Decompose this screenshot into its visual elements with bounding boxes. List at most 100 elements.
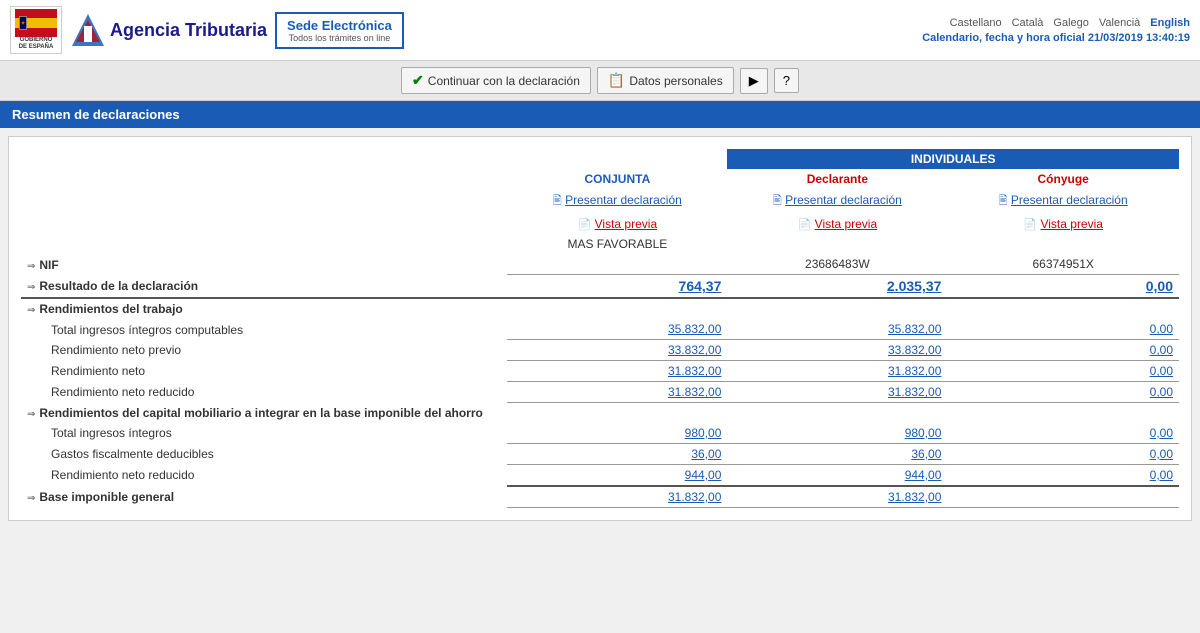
gov-logo: ✦ GOBIERNO DE ESPAÑA [10, 6, 62, 54]
row-label: Rendimientos del capital mobiliario a in… [39, 406, 482, 420]
video-icon: ▶ [749, 73, 759, 88]
gov-line1: GOBIERNO [20, 37, 53, 43]
pdf-conjunta-icon: 📄 [578, 219, 592, 231]
conyuge-value [947, 486, 1179, 508]
sede-title: Sede Electrónica [287, 18, 392, 33]
row-label: Rendimiento neto reducido [27, 385, 194, 399]
declarante-value [727, 298, 947, 319]
pdf-conyuge-icon: 📄 [1023, 219, 1037, 231]
header-row-individuales: INDIVIDUALES [21, 149, 1179, 169]
table-row: ⇒ Base imponible general 31.832,0031.832,0… [21, 486, 1179, 508]
vista-conyuge-link[interactable]: Vista previa [1040, 217, 1102, 231]
table-row: Rendimiento neto31.832,0031.832,000,00 [21, 361, 1179, 382]
toolbar: ✔ Continuar con la declaración 📋 Datos p… [0, 61, 1200, 101]
lang-catala[interactable]: Català [1012, 17, 1044, 29]
table-body: ⇒NIF23686483W66374951X⇒Resultado de la d… [21, 254, 1179, 507]
sede-box: Sede Electrónica Todos los trámites on l… [275, 12, 404, 49]
col-conjunta-header: CONJUNTA [507, 169, 727, 189]
conjunta-value: 31.832,00 [507, 486, 727, 508]
row-label: NIF [39, 258, 58, 272]
declarante-value [727, 403, 947, 423]
conyuge-value: 0,00 [947, 423, 1179, 444]
conjunta-value [507, 403, 727, 423]
language-selector: Castellano Català Galego Valencià Englis… [922, 17, 1190, 29]
continuar-label: Continuar con la declaración [428, 74, 580, 88]
header-row-columns: CONJUNTA Declarante Cónyuge [21, 169, 1179, 189]
col-declarante-header: Declarante [727, 169, 947, 189]
vista-declarante-link[interactable]: Vista previa [815, 217, 877, 231]
conyuge-value: 0,00 [947, 464, 1179, 486]
arrow-icon: ⇒ [27, 261, 35, 272]
presentar-conjunta-link[interactable]: Presentar declaración [565, 193, 682, 207]
arrow-icon: ⇒ [27, 493, 35, 504]
declarante-value: 36,00 [727, 443, 947, 464]
pdf-declarante-icon: 📄 [798, 219, 812, 231]
declarations-table: INDIVIDUALES CONJUNTA Declarante Cónyuge… [21, 149, 1179, 508]
conyuge-value: 66374951X [947, 254, 1179, 275]
arrow-icon: ⇒ [27, 282, 35, 293]
row-label: Total ingresos íntegros computables [27, 323, 243, 337]
help-icon: ? [783, 73, 790, 88]
table-row: Rendimiento neto reducido944,00944,000,0… [21, 464, 1179, 486]
datos-personales-button[interactable]: 📋 Datos personales [597, 67, 734, 94]
table-row: Rendimiento neto previo 33.832,0033.832,0… [21, 340, 1179, 361]
table-row: ⇒ NIF 23686483W66374951X [21, 254, 1179, 275]
lang-castellano[interactable]: Castellano [950, 17, 1002, 29]
header-row-vista: 📄 Vista previa 📄 Vista previa 📄 Vista pr… [21, 214, 1179, 234]
col-individuales: INDIVIDUALES [727, 149, 1179, 169]
conjunta-value: 944,00 [507, 464, 727, 486]
presentar-conyuge-link[interactable]: Presentar declaración [1011, 193, 1128, 207]
presentar-declarante-link[interactable]: Presentar declaración [785, 193, 902, 207]
row-label: Rendimiento neto previo [27, 343, 181, 357]
calendar-icon: 📋 [608, 72, 625, 89]
arrow-icon: ⇒ [27, 305, 35, 316]
section-title-text: Resumen de declaraciones [12, 107, 180, 122]
declarante-value: 35.832,00 [727, 319, 947, 340]
table-row: Total ingresos íntegros computables 35.83… [21, 319, 1179, 340]
table-row: ⇒ Rendimientos del capital mobiliario a i… [21, 403, 1179, 423]
conjunta-value: 980,00 [507, 423, 727, 444]
table-row: Total ingresos íntegros980,00980,000,00 [21, 423, 1179, 444]
header-left: ✦ GOBIERNO DE ESPAÑA Agencia Tributaria … [10, 6, 404, 54]
conjunta-value [507, 298, 727, 319]
declarante-value: 2.035,37 [727, 275, 947, 299]
help-button[interactable]: ? [774, 68, 799, 93]
conjunta-value: 36,00 [507, 443, 727, 464]
row-label: Rendimiento neto [27, 364, 145, 378]
conjunta-value [507, 254, 727, 275]
conjunta-value: 31.832,00 [507, 382, 727, 403]
video-button[interactable]: ▶ [740, 68, 768, 94]
declarante-value: 23686483W [727, 254, 947, 275]
header-row-presentar: 🖹 Presentar declaración 🖹 Presentar decl… [21, 189, 1179, 214]
conjunta-value: 764,37 [507, 275, 727, 299]
vista-conjunta-link[interactable]: Vista previa [595, 217, 657, 231]
row-label: Gastos fiscalmente deducibles [27, 447, 214, 461]
date-line: Calendario, fecha y hora oficial 21/03/2… [922, 32, 1190, 44]
arrow-icon: ⇒ [27, 409, 35, 420]
row-label: Base imponible general [39, 490, 174, 504]
main-content: INDIVIDUALES CONJUNTA Declarante Cónyuge… [8, 136, 1192, 521]
declarante-value: 33.832,00 [727, 340, 947, 361]
lang-english[interactable]: English [1150, 17, 1190, 29]
at-logo-icon [70, 12, 106, 48]
conyuge-value: 0,00 [947, 361, 1179, 382]
header-row-mas-favorable: MAS FAVORABLE [21, 234, 1179, 254]
conjunta-value: 33.832,00 [507, 340, 727, 361]
conjunta-value: 31.832,00 [507, 361, 727, 382]
conyuge-value: 0,00 [947, 382, 1179, 403]
conyuge-value [947, 298, 1179, 319]
lang-galego[interactable]: Galego [1053, 17, 1088, 29]
declarante-value: 31.832,00 [727, 486, 947, 508]
continuar-button[interactable]: ✔ Continuar con la declaración [401, 67, 591, 94]
sede-subtitle: Todos los trámites on line [287, 33, 392, 43]
conyuge-value: 0,00 [947, 340, 1179, 361]
header-right: Castellano Català Galego Valencià Englis… [922, 17, 1190, 44]
declarante-value: 31.832,00 [727, 361, 947, 382]
at-logo: Agencia Tributaria [70, 12, 267, 48]
lang-valencia[interactable]: Valencià [1099, 17, 1140, 29]
presentar-conjunta-icon: 🖹 [553, 195, 562, 207]
datos-label: Datos personales [629, 74, 722, 88]
check-icon: ✔ [412, 72, 424, 89]
declarante-value: 944,00 [727, 464, 947, 486]
page-header: ✦ GOBIERNO DE ESPAÑA Agencia Tributaria … [0, 0, 1200, 61]
